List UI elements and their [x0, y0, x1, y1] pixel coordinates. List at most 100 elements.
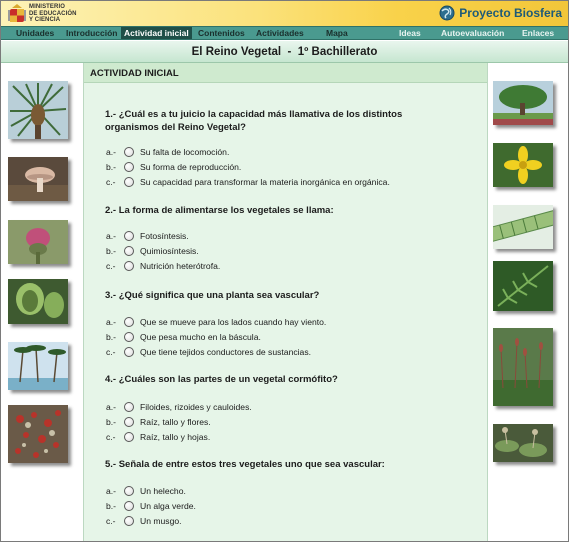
radio-button[interactable]	[124, 402, 134, 412]
tree-photo	[493, 81, 553, 125]
radio-button[interactable]	[124, 486, 134, 496]
option-label: Raíz, tallo y hojas.	[140, 432, 211, 442]
option-letter: a.-	[106, 147, 117, 157]
question-4-option-b[interactable]: b.- Raíz, tallo y flores.	[106, 416, 211, 428]
question-3-option-c[interactable]: c.- Que tiene tejidos conductores de sus…	[106, 346, 311, 358]
nav-item-enlaces[interactable]: Enlaces	[522, 27, 554, 39]
option-letter: b.-	[106, 501, 117, 511]
nav-item-actividad-inicial[interactable]: Actividad inicial	[121, 27, 192, 39]
liverwort-photo	[493, 424, 553, 462]
page-frame: MINISTERIO DE EDUCACIÓN Y CIENCIA Proyec…	[0, 0, 569, 542]
question-5-option-b[interactable]: b.- Un alga verde.	[106, 500, 196, 512]
moss-sporophytes-photo	[493, 328, 553, 406]
question-2-option-c[interactable]: c.- Nutrición heterótrofa.	[106, 260, 220, 272]
globe-icon	[439, 5, 455, 21]
nav-item-contenidos[interactable]: Contenidos	[198, 27, 245, 39]
radio-button[interactable]	[124, 516, 134, 526]
radio-button[interactable]	[124, 417, 134, 427]
question-5-text: 5.- Señala de entre estos tres vegetales…	[105, 459, 385, 470]
option-label: Su falta de locomoción.	[140, 147, 230, 157]
palm-trees-photo	[8, 342, 68, 390]
question-5-option-a[interactable]: a.- Un helecho.	[106, 485, 186, 497]
option-label: Que se mueve para los lados cuando hay v…	[140, 317, 327, 327]
radio-button[interactable]	[124, 231, 134, 241]
option-letter: b.-	[106, 246, 117, 256]
fern-photo	[493, 261, 553, 311]
green-algae-photo	[493, 205, 553, 249]
nav-item-ideas[interactable]: Ideas	[399, 27, 421, 39]
radio-button[interactable]	[124, 261, 134, 271]
question-4-text: 4.- ¿Cuáles son las partes de un vegetal…	[105, 374, 338, 385]
option-letter: a.-	[106, 486, 117, 496]
red-lichen-photo	[8, 405, 68, 463]
option-letter: a.-	[106, 317, 117, 327]
brand-name: Proyecto Biosfera	[459, 6, 562, 20]
option-label: Su forma de reproducción.	[140, 162, 242, 172]
option-letter: a.-	[106, 402, 117, 412]
option-label: Un helecho.	[140, 486, 186, 496]
section-title: ACTIVIDAD INICIAL	[90, 68, 179, 79]
question-2-text: 2.- La forma de alimentarse los vegetale…	[105, 205, 334, 216]
brand-logo[interactable]: Proyecto Biosfera	[439, 5, 562, 21]
ministry-name: MINISTERIO DE EDUCACIÓN Y CIENCIA	[29, 4, 77, 24]
radio-button[interactable]	[124, 347, 134, 357]
question-4-option-c[interactable]: c.- Raíz, tallo y hojas.	[106, 431, 210, 443]
option-letter: c.-	[106, 177, 116, 187]
question-3-text: 3.- ¿Qué significa que una planta sea va…	[105, 290, 320, 301]
ministry-line: Y CIENCIA	[29, 17, 61, 23]
option-label: Un musgo.	[140, 516, 182, 526]
option-letter: b.-	[106, 162, 117, 172]
right-image-column	[488, 63, 568, 541]
question-1-text: 1.- ¿Cuál es a tu juicio la capacidad má…	[105, 109, 403, 133]
left-image-column	[1, 63, 83, 541]
radio-button[interactable]	[124, 501, 134, 511]
option-letter: a.-	[106, 231, 117, 241]
question-4-option-a[interactable]: a.- Filoides, rizoides y cauloides.	[106, 401, 252, 413]
yellow-flower-photo	[493, 143, 553, 187]
radio-button[interactable]	[124, 147, 134, 157]
option-label: Su capacidad para transformar la materia…	[140, 177, 390, 187]
radio-button[interactable]	[124, 432, 134, 442]
radio-button[interactable]	[124, 246, 134, 256]
radio-button[interactable]	[124, 162, 134, 172]
option-letter: c.-	[106, 261, 116, 271]
option-label: Quimiosíntesis.	[140, 246, 199, 256]
nav-item-introduccion[interactable]: Introducción	[66, 27, 117, 39]
question-1-option-a[interactable]: a.- Su falta de locomoción.	[106, 146, 229, 158]
question-2-option-a[interactable]: a.- Fotosíntesis.	[106, 230, 189, 242]
option-letter: c.-	[106, 432, 116, 442]
option-letter: b.-	[106, 332, 117, 342]
question-3-option-a[interactable]: a.- Que se mueve para los lados cuando h…	[106, 316, 326, 328]
nav-item-autoevaluacion[interactable]: Autoevaluación	[441, 27, 504, 39]
question-2-option-b[interactable]: b.- Quimiosíntesis.	[106, 245, 199, 257]
coat-of-arms-icon	[8, 4, 26, 22]
option-label: Que pesa mucho en la báscula.	[140, 332, 261, 342]
radio-button[interactable]	[124, 332, 134, 342]
option-label: Raíz, tallo y flores.	[140, 417, 211, 427]
pine-tree-photo	[8, 81, 68, 139]
option-letter: c.-	[106, 516, 116, 526]
radio-button[interactable]	[124, 177, 134, 187]
option-label: Fotosíntesis.	[140, 231, 189, 241]
option-letter: c.-	[106, 347, 116, 357]
nav-item-actividades[interactable]: Actividades	[256, 27, 304, 39]
question-1-option-b[interactable]: b.- Su forma de reproducción.	[106, 161, 241, 173]
carnivorous-plant-photo	[8, 279, 68, 324]
nav-item-unidades[interactable]: Unidades	[16, 27, 54, 39]
question-5-option-c[interactable]: c.- Un musgo.	[106, 515, 182, 527]
page-title: El Reino Vegetal - 1º Bachillerato	[191, 46, 378, 58]
question-3-option-b[interactable]: b.- Que pesa mucho en la báscula.	[106, 331, 261, 343]
option-letter: b.-	[106, 417, 117, 427]
thistle-flower-photo	[8, 220, 68, 264]
nav-item-mapa[interactable]: Mapa	[326, 27, 348, 39]
page-title-bar: El Reino Vegetal - 1º Bachillerato	[1, 41, 568, 63]
option-label: Un alga verde.	[140, 501, 196, 511]
option-label: Nutrición heterótrofa.	[140, 261, 221, 271]
section-header: ACTIVIDAD INICIAL	[84, 63, 487, 83]
activity-panel: ACTIVIDAD INICIAL 1.- ¿Cuál es a tu juic…	[83, 63, 488, 541]
header-banner: MINISTERIO DE EDUCACIÓN Y CIENCIA Proyec…	[1, 1, 568, 26]
radio-button[interactable]	[124, 317, 134, 327]
mushroom-photo	[8, 157, 68, 201]
option-label: Filoides, rizoides y cauloides.	[140, 402, 252, 412]
question-1-option-c[interactable]: c.- Su capacidad para transformar la mat…	[106, 176, 390, 188]
